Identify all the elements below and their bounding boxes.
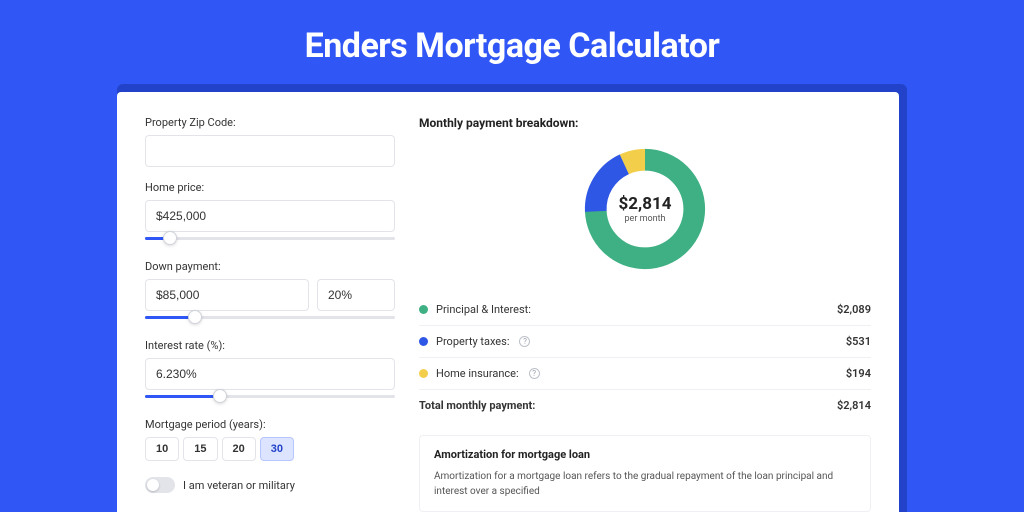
page-title: Enders Mortgage Calculator — [0, 0, 1024, 84]
down-payment-input[interactable] — [145, 279, 309, 311]
amortization-box: Amortization for mortgage loan Amortizat… — [419, 435, 871, 512]
interest-input[interactable] — [145, 358, 395, 390]
home-price-slider-thumb[interactable] — [163, 231, 177, 245]
legend-swatch — [419, 305, 428, 314]
breakdown-title: Monthly payment breakdown: — [419, 116, 871, 130]
interest-slider-thumb[interactable] — [213, 389, 227, 403]
donut-sub: per month — [619, 214, 672, 224]
interest-label: Interest rate (%): — [145, 339, 395, 352]
period-buttons: 10152030 — [145, 437, 395, 461]
legend-label: Property taxes: — [436, 335, 509, 348]
legend-value: $531 — [846, 335, 871, 348]
period-btn-10[interactable]: 10 — [145, 437, 179, 461]
legend-swatch — [419, 337, 428, 346]
period-label: Mortgage period (years): — [145, 418, 395, 431]
zip-input[interactable] — [145, 135, 395, 167]
down-payment-slider[interactable] — [145, 313, 395, 325]
legend-label: Principal & Interest: — [436, 303, 531, 316]
inputs-panel: Property Zip Code: Home price: Down paym… — [145, 116, 395, 512]
period-btn-30[interactable]: 30 — [260, 437, 294, 461]
calculator-card: Property Zip Code: Home price: Down paym… — [117, 92, 899, 512]
home-price-input[interactable] — [145, 200, 395, 232]
legend-row: Principal & Interest: $2,089 — [419, 294, 871, 326]
legend-row: Home insurance:? $194 — [419, 358, 871, 390]
interest-slider[interactable] — [145, 392, 395, 404]
total-label: Total monthly payment: — [419, 399, 535, 412]
down-payment-pct-input[interactable] — [317, 279, 395, 311]
legend-label: Home insurance: — [436, 367, 519, 380]
zip-label: Property Zip Code: — [145, 116, 395, 129]
amortization-text: Amortization for a mortgage loan refers … — [434, 469, 856, 499]
down-payment-slider-thumb[interactable] — [188, 310, 202, 324]
card-shadow: Property Zip Code: Home price: Down paym… — [117, 84, 907, 512]
donut-chart: $2,814 per month — [419, 144, 871, 274]
toggle-knob — [147, 479, 159, 491]
legend-value: $2,089 — [837, 303, 871, 316]
help-icon[interactable]: ? — [519, 336, 530, 347]
home-price-slider[interactable] — [145, 234, 395, 246]
veteran-label: I am veteran or military — [183, 479, 295, 492]
period-btn-20[interactable]: 20 — [222, 437, 256, 461]
legend-list: Principal & Interest: $2,089 Property taxe… — [419, 294, 871, 390]
breakdown-panel: Monthly payment breakdown: $2,814 per mo… — [395, 116, 871, 512]
legend-row: Property taxes:? $531 — [419, 326, 871, 358]
legend-swatch — [419, 369, 428, 378]
period-btn-15[interactable]: 15 — [183, 437, 217, 461]
veteran-toggle[interactable] — [145, 477, 175, 493]
home-price-label: Home price: — [145, 181, 395, 194]
donut-amount: $2,814 — [619, 194, 672, 214]
total-value: $2,814 — [837, 399, 871, 412]
legend-value: $194 — [846, 367, 871, 380]
amortization-title: Amortization for mortgage loan — [434, 448, 856, 461]
down-payment-label: Down payment: — [145, 260, 395, 273]
help-icon[interactable]: ? — [529, 368, 540, 379]
